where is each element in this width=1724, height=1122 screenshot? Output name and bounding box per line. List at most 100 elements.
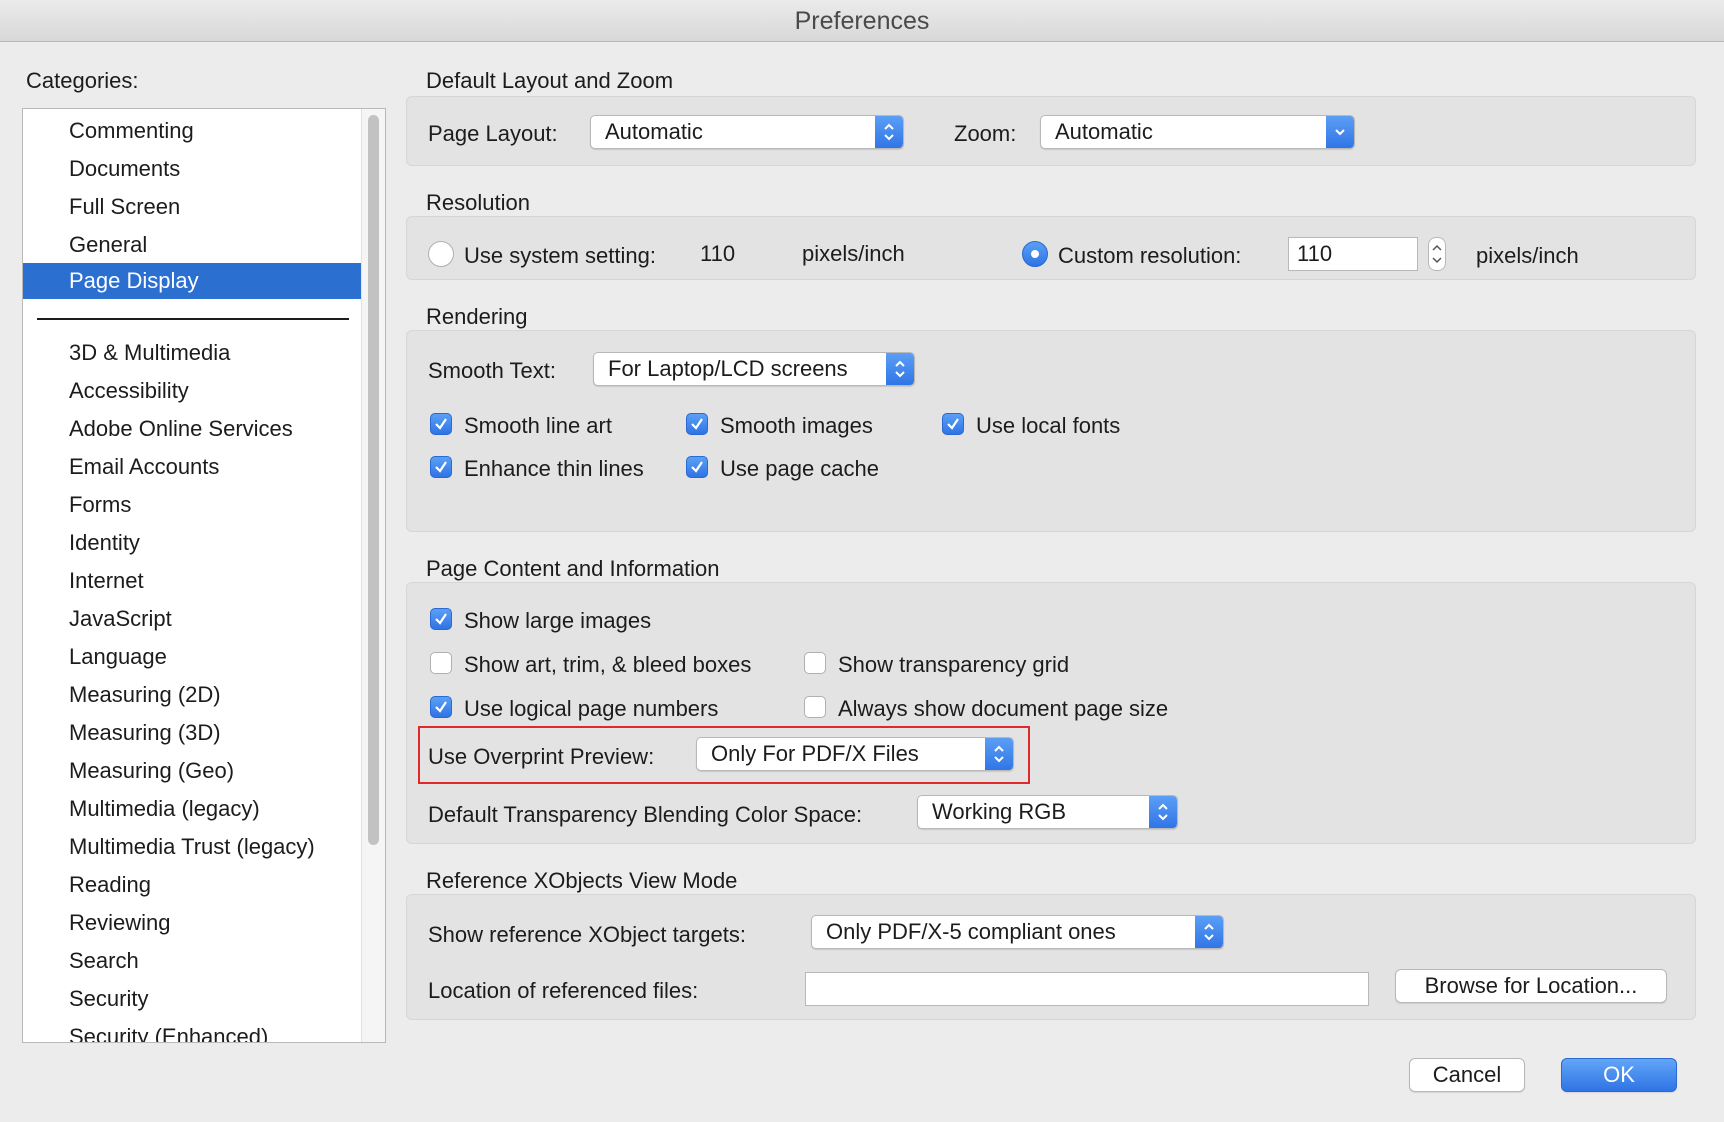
window-title: Preferences <box>0 0 1724 42</box>
system-setting-label: Use system setting: <box>464 243 656 268</box>
page-layout-value: Automatic <box>605 119 703 144</box>
updown-arrows-icon <box>875 116 903 148</box>
category-measuring-3d[interactable]: Measuring (3D) <box>23 715 361 751</box>
category-measuring-2d[interactable]: Measuring (2D) <box>23 677 361 713</box>
use-page-cache-checkbox[interactable] <box>686 456 708 478</box>
layout-zoom-title: Default Layout and Zoom <box>426 68 674 93</box>
smooth-text-label: Smooth Text: <box>428 358 556 383</box>
show-transparency-grid-checkbox[interactable] <box>804 652 826 674</box>
checkmark-icon <box>691 418 703 430</box>
checkmark-icon <box>435 418 447 430</box>
checkmark-icon <box>435 461 447 473</box>
referenced-files-location-label: Location of referenced files: <box>428 978 699 1003</box>
category-full-screen[interactable]: Full Screen <box>23 189 361 225</box>
smooth-line-art-label: Smooth line art <box>464 413 612 438</box>
overprint-preview-value: Only For PDF/X Files <box>711 741 919 766</box>
category-general[interactable]: General <box>23 227 361 263</box>
categories-scrollbar[interactable] <box>361 109 385 1042</box>
system-setting-radio[interactable] <box>428 241 454 267</box>
categories-list[interactable]: Commenting Documents Full Screen General… <box>22 108 386 1043</box>
use-local-fonts-label: Use local fonts <box>976 413 1121 438</box>
use-local-fonts-checkbox[interactable] <box>942 413 964 435</box>
page-layout-popup[interactable]: Automatic <box>590 115 904 149</box>
category-identity[interactable]: Identity <box>23 525 361 561</box>
overprint-preview-label: Use Overprint Preview: <box>428 744 655 769</box>
resolution-title: Resolution <box>426 190 530 215</box>
show-art-trim-checkbox[interactable] <box>430 652 452 674</box>
referenced-files-location-input[interactable] <box>805 972 1369 1006</box>
cancel-button[interactable]: Cancel <box>1409 1058 1525 1092</box>
smooth-line-art-checkbox[interactable] <box>430 413 452 435</box>
smooth-images-checkbox[interactable] <box>686 413 708 435</box>
updown-arrows-icon <box>1195 916 1223 948</box>
blending-color-space-popup[interactable]: Working RGB <box>917 795 1178 829</box>
category-security[interactable]: Security <box>23 981 361 1017</box>
updown-arrows-icon <box>1149 796 1177 828</box>
category-commenting[interactable]: Commenting <box>23 113 361 149</box>
category-measuring-geo[interactable]: Measuring (Geo) <box>23 753 361 789</box>
xobjects-title: Reference XObjects View Mode <box>426 868 738 893</box>
custom-resolution-label: Custom resolution: <box>1058 243 1242 268</box>
show-transparency-grid-label: Show transparency grid <box>838 652 1070 677</box>
blending-color-space-label: Default Transparency Blending Color Spac… <box>428 802 863 827</box>
category-internet[interactable]: Internet <box>23 563 361 599</box>
category-reading[interactable]: Reading <box>23 867 361 903</box>
category-separator <box>37 318 349 320</box>
always-show-page-size-checkbox[interactable] <box>804 696 826 718</box>
use-logical-page-numbers-label: Use logical page numbers <box>464 696 719 721</box>
zoom-value: Automatic <box>1055 119 1153 144</box>
xobject-targets-label: Show reference XObject targets: <box>428 922 746 947</box>
category-3d-multimedia[interactable]: 3D & Multimedia <box>23 335 361 371</box>
category-security-enhanced[interactable]: Security (Enhanced) <box>23 1019 361 1042</box>
category-javascript[interactable]: JavaScript <box>23 601 361 637</box>
show-large-images-label: Show large images <box>464 608 652 633</box>
category-adobe-online-services[interactable]: Adobe Online Services <box>23 411 361 447</box>
category-accessibility[interactable]: Accessibility <box>23 373 361 409</box>
category-search[interactable]: Search <box>23 943 361 979</box>
page-layout-label: Page Layout: <box>428 121 558 146</box>
system-setting-unit: pixels/inch <box>802 241 905 266</box>
categories-scroll-thumb[interactable] <box>368 115 379 845</box>
custom-resolution-input[interactable]: 110 <box>1288 237 1418 271</box>
smooth-images-label: Smooth images <box>720 413 873 438</box>
custom-resolution-unit: pixels/inch <box>1476 243 1579 268</box>
checkmark-icon <box>435 613 447 625</box>
checkmark-icon <box>691 461 703 473</box>
blending-color-space-value: Working RGB <box>932 799 1067 824</box>
updown-arrows-icon <box>985 738 1013 770</box>
custom-resolution-radio[interactable] <box>1022 241 1048 267</box>
rendering-title: Rendering <box>426 304 528 329</box>
ok-button[interactable]: OK <box>1561 1058 1677 1092</box>
xobject-targets-value: Only PDF/X-5 compliant ones <box>826 919 1116 944</box>
category-page-display[interactable]: Page Display <box>23 263 361 299</box>
categories-label: Categories: <box>26 68 139 93</box>
browse-for-location-button[interactable]: Browse for Location... <box>1395 969 1667 1003</box>
category-multimedia-trust-legacy[interactable]: Multimedia Trust (legacy) <box>23 829 361 865</box>
xobject-targets-popup[interactable]: Only PDF/X-5 compliant ones <box>811 915 1224 949</box>
updown-arrows-icon <box>886 353 914 385</box>
category-email-accounts[interactable]: Email Accounts <box>23 449 361 485</box>
stepper-arrows-icon <box>1432 244 1442 264</box>
category-reviewing[interactable]: Reviewing <box>23 905 361 941</box>
system-setting-value: 110 <box>700 241 736 266</box>
checkmark-icon <box>435 701 447 713</box>
smooth-text-value: For Laptop/LCD screens <box>608 356 848 381</box>
category-language[interactable]: Language <box>23 639 361 675</box>
show-art-trim-label: Show art, trim, & bleed boxes <box>464 652 752 677</box>
use-logical-page-numbers-checkbox[interactable] <box>430 696 452 718</box>
chevron-down-icon <box>1326 116 1354 148</box>
resolution-stepper[interactable] <box>1428 237 1446 271</box>
enhance-thin-lines-checkbox[interactable] <box>430 456 452 478</box>
enhance-thin-lines-label: Enhance thin lines <box>464 456 644 481</box>
use-page-cache-label: Use page cache <box>720 456 879 481</box>
checkmark-icon <box>947 418 959 430</box>
category-documents[interactable]: Documents <box>23 151 361 187</box>
page-content-title: Page Content and Information <box>426 556 720 581</box>
zoom-label: Zoom: <box>954 121 1017 146</box>
zoom-popup[interactable]: Automatic <box>1040 115 1355 149</box>
category-multimedia-legacy[interactable]: Multimedia (legacy) <box>23 791 361 827</box>
overprint-preview-popup[interactable]: Only For PDF/X Files <box>696 737 1014 771</box>
smooth-text-popup[interactable]: For Laptop/LCD screens <box>593 352 915 386</box>
category-forms[interactable]: Forms <box>23 487 361 523</box>
show-large-images-checkbox[interactable] <box>430 608 452 630</box>
